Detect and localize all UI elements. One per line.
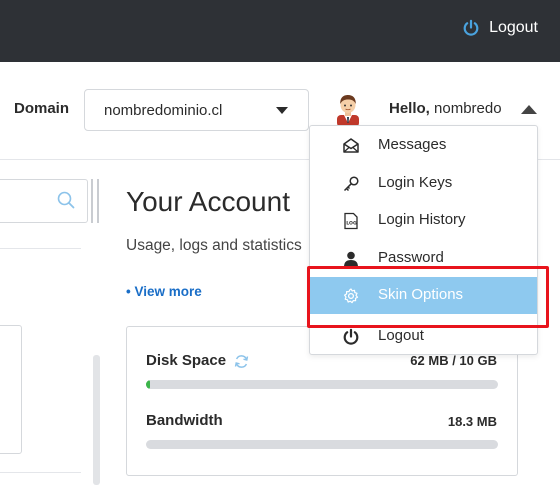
key-icon [343, 176, 359, 192]
gear-icon [344, 288, 359, 304]
bandwidth-value: 18.3 MB [447, 414, 497, 429]
scrollbar[interactable] [93, 355, 100, 485]
menu-item-label: Logout [378, 327, 424, 344]
menu-item-label: Login Keys [378, 174, 453, 191]
envelope-icon [343, 138, 359, 153]
disk-space-progress-fill [146, 380, 150, 389]
disk-space-label: Disk Space [146, 352, 227, 369]
chevron-up-icon[interactable] [521, 105, 537, 114]
power-icon [463, 19, 479, 36]
greeting-name: nombredo [434, 100, 502, 117]
menu-item-logout[interactable]: Logout [310, 318, 537, 355]
top-bar: Logout [0, 0, 560, 62]
view-more-link[interactable]: • View more [126, 284, 202, 299]
menu-item-label: Password [378, 249, 444, 266]
disk-space-value: 62 MB / 10 GB [410, 353, 497, 368]
domain-label: Domain [14, 100, 70, 117]
top-logout-button[interactable]: Logout [462, 19, 538, 37]
divider [0, 472, 81, 473]
left-sidebar [0, 160, 100, 485]
svg-text:LOG: LOG [346, 221, 357, 227]
menu-item-label: Skin Options [378, 286, 464, 303]
menu-item-login-keys[interactable]: Login Keys [310, 165, 537, 202]
domain-select[interactable]: nombredominio.cl [84, 89, 309, 131]
menu-item-label: Messages [378, 136, 447, 153]
user-icon [344, 251, 358, 267]
menu-item-messages[interactable]: Messages [310, 127, 537, 164]
resize-handle[interactable] [91, 179, 101, 223]
menu-item-skin-options[interactable]: Skin Options [310, 277, 537, 314]
top-logout-label: Logout [489, 19, 538, 36]
refresh-icon[interactable] [234, 354, 249, 369]
disk-space-progress [146, 380, 498, 389]
domain-select-value: nombredominio.cl [104, 102, 223, 119]
avatar[interactable] [334, 93, 362, 127]
search-icon[interactable] [57, 191, 75, 209]
menu-item-login-history[interactable]: LOG Login History [310, 202, 537, 239]
menu-item-password[interactable]: Password [310, 240, 537, 277]
menu-item-label: Login History [378, 211, 466, 228]
page-title: Your Account [126, 186, 290, 217]
bandwidth-progress [146, 440, 498, 449]
divider [0, 248, 81, 249]
power-icon [343, 328, 359, 345]
log-icon: LOG [344, 212, 358, 230]
user-greeting[interactable]: Hello, nombredo [389, 100, 502, 117]
user-dropdown-menu: Messages Login Keys LOG Login History Pa… [309, 125, 538, 355]
greeting-bold: Hello, [389, 100, 430, 117]
sidebar-panel [0, 325, 22, 454]
bandwidth-label: Bandwidth [146, 412, 223, 429]
chevron-down-icon [276, 107, 288, 114]
page-subtitle: Usage, logs and statistics [126, 237, 302, 254]
